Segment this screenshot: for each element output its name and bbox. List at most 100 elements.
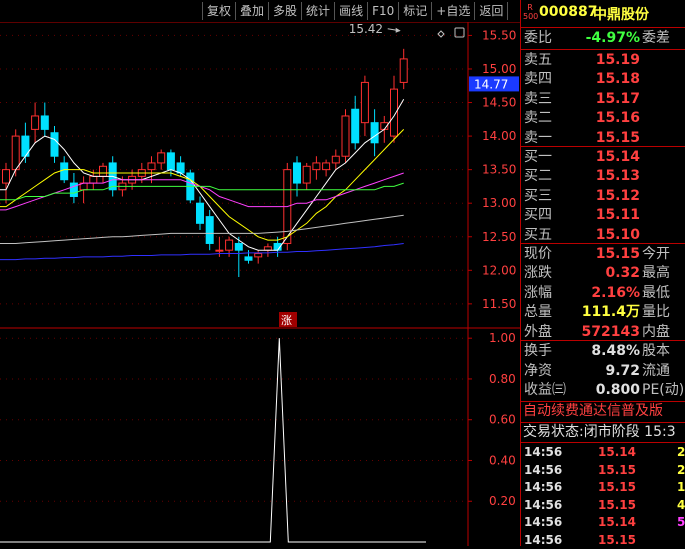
candle-body <box>60 162 69 181</box>
candle-body <box>196 202 204 224</box>
candle-body <box>322 162 331 171</box>
status-label: 交易状态: <box>523 424 584 440</box>
indicator-axis-label: 1.00 <box>489 331 516 345</box>
indicator-axis-label: 0.20 <box>489 494 516 508</box>
trade-price: 15.15 <box>598 497 636 512</box>
candle-body <box>263 246 272 251</box>
row-label: 净资 <box>524 362 552 379</box>
candle-body <box>341 115 350 157</box>
row-label: 买一 <box>524 149 552 165</box>
row-label: 现价 <box>524 246 552 262</box>
row-label2: PE(动) <box>642 382 685 399</box>
candle-body <box>11 135 20 171</box>
quote-row: 卖一 15.15 <box>521 128 685 149</box>
row-value: 0.800 <box>595 382 640 399</box>
trade-volume: 1 <box>677 480 685 495</box>
ma-line <box>0 243 404 261</box>
status-value: 闭市阶段 15:3 <box>583 424 676 440</box>
quote-row: 卖四 15.18 <box>521 69 685 90</box>
toolbar-button[interactable]: 画线 <box>334 2 369 20</box>
trade-volume: 2 <box>677 445 685 459</box>
candle-body <box>302 165 311 184</box>
rating-badge: R 500 <box>523 3 539 25</box>
trade-status: 交易状态:闭市阶段 15:3 <box>523 422 685 442</box>
row-label: 涨幅 <box>524 284 552 301</box>
row-label: 卖五 <box>524 52 552 68</box>
candle-body <box>360 81 369 124</box>
price-axis-label: 11.50 <box>482 297 516 311</box>
candle-body <box>40 115 49 130</box>
quote-row: 买四 15.11 <box>521 205 685 226</box>
row-value: 15.16 <box>595 110 640 127</box>
row-value: 572143 <box>581 323 640 340</box>
row-label: 买二 <box>524 168 552 185</box>
quote-row: 买三 15.12 <box>521 186 685 207</box>
price-axis-label: 14.00 <box>482 129 516 143</box>
trade-row: 14:56 15.15 4 <box>521 496 685 514</box>
candle-body <box>244 256 253 261</box>
row-label2: 流通 <box>642 362 670 379</box>
candle-body <box>293 162 301 184</box>
quote-row: 买五 15.10 <box>521 225 685 246</box>
trade-volume: 5 <box>677 515 685 530</box>
price-axis-label: 12.00 <box>482 263 516 277</box>
trade-price: 15.14 <box>598 445 636 459</box>
price-axis-label: 13.00 <box>482 196 516 210</box>
current-price-label: 14.77 <box>474 77 508 91</box>
candle-body <box>157 152 166 164</box>
price-axis-label: 14.50 <box>482 96 516 110</box>
toolbar-button[interactable]: 返回 <box>474 2 509 20</box>
quote-row: 净资 9.72 流通 <box>521 361 685 382</box>
row-value: 9.72 <box>605 362 640 379</box>
row-label2: 最低 <box>642 284 670 301</box>
row-label2: 今开 <box>642 246 670 262</box>
badge-bottom: 500 <box>523 12 539 21</box>
toolbar-button[interactable]: 统计 <box>301 2 336 20</box>
quote-row: 买一 15.14 <box>521 147 685 168</box>
candle-body <box>50 132 59 157</box>
trade-time: 14:56 <box>524 462 563 477</box>
trade-time: 14:56 <box>524 497 563 512</box>
row-value: 111.4万 <box>581 304 640 321</box>
quote-row: 换手 8.48% 股本 <box>521 341 685 362</box>
row-label2: 内盘 <box>642 323 670 340</box>
toolbar-button[interactable]: F10 <box>367 2 400 20</box>
quote-row: 收益㈢ 0.800 PE(动) <box>521 380 685 401</box>
high-price-annotation: 15.42 <box>349 22 383 36</box>
row-value: 15.11 <box>595 207 640 224</box>
row-value: 15.19 <box>595 52 640 68</box>
toolbar-button[interactable]: +自选 <box>431 2 476 20</box>
toolbar-button[interactable]: 复权 <box>202 2 237 20</box>
price-axis-label: 13.50 <box>482 163 516 177</box>
candle-body <box>234 242 243 251</box>
candle-body <box>2 169 10 184</box>
quote-row: 涨幅 2.16% 最低 <box>521 283 685 304</box>
quote-row: 总量 111.4万 量比 <box>521 302 685 323</box>
row-label: 收益㈢ <box>524 382 566 399</box>
toolbar-button[interactable]: 叠加 <box>235 2 270 20</box>
toolbar-button[interactable]: 多股 <box>268 2 303 20</box>
trade-row: 14:56 15.15 2 <box>521 461 685 479</box>
candle-body <box>166 152 175 171</box>
trade-price: 15.15 <box>598 480 636 495</box>
kline-chart[interactable]: 15.50 15.00 14.50 14.00 13.50 13.00 12.50 12.00… <box>0 22 520 546</box>
candle-body <box>399 58 408 83</box>
indicator-axis-label: 0.60 <box>489 413 516 427</box>
banner-link[interactable]: 自动续费通达信普及版 <box>523 401 663 422</box>
candle-body <box>215 249 224 252</box>
weibi-label: 委比 <box>524 30 552 46</box>
indicator-line <box>0 338 426 543</box>
candle-body <box>351 108 360 144</box>
row-label: 买三 <box>524 187 552 204</box>
toolbar-button[interactable]: 标记 <box>398 2 433 20</box>
quote-row: 卖五 15.19 <box>521 50 685 71</box>
candle-body <box>254 253 263 258</box>
trade-price: 15.15 <box>598 462 636 477</box>
trade-price: 15.15 <box>598 533 636 547</box>
quote-row: 卖二 15.16 <box>521 108 685 129</box>
row-label: 涨跌 <box>524 265 552 282</box>
row-value: 15.14 <box>595 149 640 165</box>
row-label: 卖二 <box>524 110 552 127</box>
row-value: 15.18 <box>595 71 640 88</box>
weibi-row: 委比 -4.97% 委差 <box>521 28 685 49</box>
